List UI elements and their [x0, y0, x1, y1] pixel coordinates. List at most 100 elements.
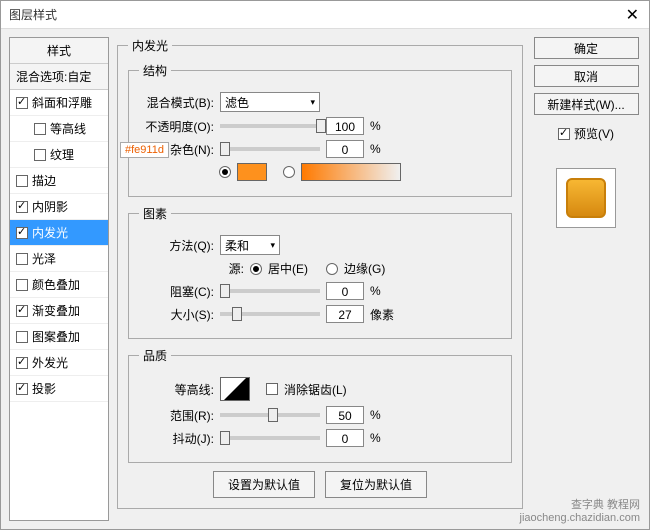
sidebar-item[interactable]: 光泽	[10, 246, 108, 272]
watermark-line2: jiaocheng.chazidian.com	[520, 512, 640, 524]
color-swatch[interactable]	[237, 163, 267, 181]
sidebar-item-label: 内阴影	[32, 198, 68, 215]
choke-label: 阻塞(C):	[139, 283, 214, 300]
sidebar-blend-header[interactable]: 混合选项:自定	[10, 64, 108, 90]
range-input[interactable]: 50	[326, 406, 364, 424]
style-checkbox[interactable]	[16, 305, 28, 317]
sidebar-item[interactable]: 斜面和浮雕	[10, 90, 108, 116]
sidebar-item-label: 投影	[32, 380, 56, 397]
choke-unit: %	[370, 284, 400, 298]
color-gradient-radio[interactable]	[283, 166, 295, 178]
opacity-input[interactable]: 100	[326, 117, 364, 135]
style-checkbox[interactable]	[16, 97, 28, 109]
choke-input[interactable]: 0	[326, 282, 364, 300]
cancel-button[interactable]: 取消	[534, 65, 639, 87]
range-label: 范围(R):	[139, 407, 214, 424]
gradient-swatch[interactable]	[301, 163, 401, 181]
sidebar-item-label: 内发光	[32, 224, 68, 241]
technique-label: 方法(Q):	[139, 237, 214, 254]
source-edge-label: 边缘(G)	[344, 260, 385, 277]
sidebar-item[interactable]: 描边	[10, 168, 108, 194]
sidebar-item[interactable]: 内发光	[10, 220, 108, 246]
style-checkbox[interactable]	[34, 149, 46, 161]
new-style-button[interactable]: 新建样式(W)...	[534, 93, 639, 115]
sidebar-item[interactable]: 图案叠加	[10, 324, 108, 350]
size-input[interactable]: 27	[326, 305, 364, 323]
jitter-input[interactable]: 0	[326, 429, 364, 447]
style-checkbox[interactable]	[16, 227, 28, 239]
sidebar-item-label: 图案叠加	[32, 328, 80, 345]
jitter-unit: %	[370, 431, 400, 445]
sidebar-item[interactable]: 渐变叠加	[10, 298, 108, 324]
opacity-label: 不透明度(O):	[139, 118, 214, 135]
sidebar-item-label: 外发光	[32, 354, 68, 371]
reset-default-button[interactable]: 复位为默认值	[325, 471, 427, 498]
color-hex-note: #fe911d	[120, 142, 169, 158]
sidebar-item-label: 颜色叠加	[32, 276, 80, 293]
style-checkbox[interactable]	[16, 175, 28, 187]
sidebar-item[interactable]: 颜色叠加	[10, 272, 108, 298]
structure-legend: 结构	[139, 62, 171, 79]
color-solid-radio[interactable]	[219, 166, 231, 178]
blend-mode-combo[interactable]: 滤色▾	[220, 92, 320, 112]
sidebar-item-label: 渐变叠加	[32, 302, 80, 319]
sidebar-item[interactable]: 等高线	[10, 116, 108, 142]
styles-sidebar: 样式 混合选项:自定 斜面和浮雕等高线纹理描边内阴影内发光光泽颜色叠加渐变叠加图…	[9, 37, 109, 521]
group-quality: 品质 等高线: 消除锯齿(L) 范围(R): 50 %	[128, 347, 512, 463]
sidebar-item-label: 光泽	[32, 250, 56, 267]
size-label: 大小(S):	[139, 306, 214, 323]
watermark-line1: 查字典 教程网	[571, 496, 640, 512]
opacity-slider[interactable]	[220, 124, 320, 128]
titlebar: 图层样式 ✕	[1, 1, 649, 29]
jitter-label: 抖动(J):	[139, 430, 214, 447]
sidebar-item-label: 斜面和浮雕	[32, 94, 92, 111]
group-elements: 图素 方法(Q): 柔和▾ 源: 居中(E) 边缘(G)	[128, 205, 512, 339]
sidebar-item[interactable]: 外发光	[10, 350, 108, 376]
dialog-title: 图层样式	[9, 6, 57, 23]
sidebar-styles-header[interactable]: 样式	[10, 38, 108, 64]
group-structure: 结构 混合模式(B): 滤色▾ 不透明度(O): 100 % 杂色(N)	[128, 62, 512, 197]
size-unit: 像素	[370, 306, 400, 323]
noise-slider[interactable]	[220, 147, 320, 151]
antialias-checkbox[interactable]	[266, 383, 278, 395]
opacity-unit: %	[370, 119, 400, 133]
noise-input[interactable]: 0	[326, 140, 364, 158]
preview-thumbnail	[556, 168, 616, 228]
sidebar-item[interactable]: 投影	[10, 376, 108, 402]
choke-slider[interactable]	[220, 289, 320, 293]
technique-combo[interactable]: 柔和▾	[220, 235, 280, 255]
close-icon[interactable]: ✕	[626, 5, 639, 25]
panel-inner-glow: 内发光 结构 混合模式(B): 滤色▾ 不透明度(O): 100 %	[117, 37, 523, 509]
style-checkbox[interactable]	[16, 383, 28, 395]
chevron-down-icon: ▾	[270, 240, 275, 251]
contour-picker[interactable]	[220, 377, 250, 401]
style-checkbox[interactable]	[16, 357, 28, 369]
preview-checkbox[interactable]	[558, 128, 570, 140]
preview-label: 预览(V)	[574, 125, 614, 142]
source-center-label: 居中(E)	[268, 260, 308, 277]
jitter-slider[interactable]	[220, 436, 320, 440]
sidebar-item-label: 描边	[32, 172, 56, 189]
chevron-down-icon: ▾	[310, 97, 315, 108]
size-slider[interactable]	[220, 312, 320, 316]
noise-unit: %	[370, 142, 400, 156]
source-edge-radio[interactable]	[326, 263, 338, 275]
style-checkbox[interactable]	[16, 253, 28, 265]
style-checkbox[interactable]	[34, 123, 46, 135]
source-center-radio[interactable]	[250, 263, 262, 275]
make-default-button[interactable]: 设置为默认值	[213, 471, 315, 498]
range-slider[interactable]	[220, 413, 320, 417]
sidebar-item-label: 纹理	[50, 146, 74, 163]
ok-button[interactable]: 确定	[534, 37, 639, 59]
contour-label: 等高线:	[139, 381, 214, 398]
style-checkbox[interactable]	[16, 279, 28, 291]
sidebar-item[interactable]: 纹理	[10, 142, 108, 168]
style-checkbox[interactable]	[16, 201, 28, 213]
style-checkbox[interactable]	[16, 331, 28, 343]
sidebar-item[interactable]: 内阴影	[10, 194, 108, 220]
blend-mode-label: 混合模式(B):	[139, 94, 214, 111]
quality-legend: 品质	[139, 347, 171, 364]
range-unit: %	[370, 408, 400, 422]
panel-title: 内发光	[128, 37, 172, 54]
source-label: 源:	[139, 260, 244, 277]
